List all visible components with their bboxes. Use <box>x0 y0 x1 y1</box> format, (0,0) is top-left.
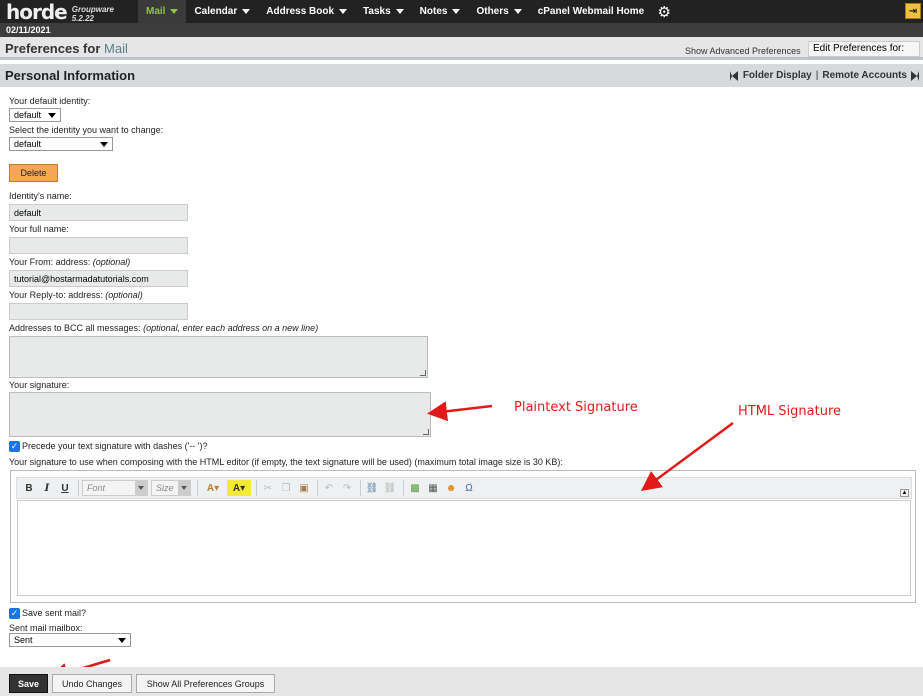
html-arrow-icon <box>640 421 734 491</box>
annotation-arrows <box>48 401 734 683</box>
save-button[interactable]: Save <box>9 674 48 693</box>
undo-changes-button[interactable]: Undo Changes <box>52 674 132 693</box>
show-all-groups-button[interactable]: Show All Preferences Groups <box>136 674 275 693</box>
plaintext-arrow-icon <box>427 401 493 422</box>
